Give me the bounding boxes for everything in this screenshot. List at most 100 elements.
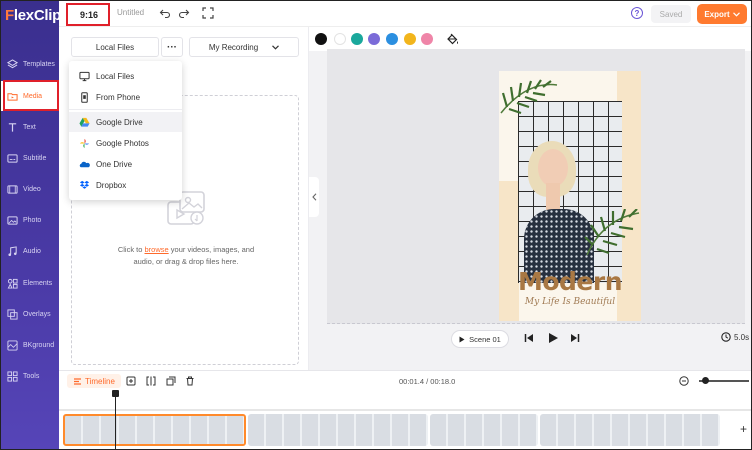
scene-play-button[interactable]: Scene 01 <box>451 330 509 348</box>
menu-item-local-files[interactable]: Local Files <box>69 66 182 86</box>
poster-subtitle[interactable]: My Life Is Beautiful <box>499 297 641 307</box>
sidebar-item-label: Templates <box>23 60 55 68</box>
color-swatch-black[interactable] <box>315 33 327 45</box>
color-palette-bar <box>309 27 751 51</box>
skip-forward-icon[interactable] <box>570 333 580 343</box>
dropzone-text-suffix: your videos, images, and <box>168 245 255 254</box>
overlays-icon <box>7 308 18 320</box>
chevron-down-icon <box>272 44 280 50</box>
fullscreen-icon[interactable] <box>202 7 214 19</box>
timeline-label: Timeline <box>85 376 115 386</box>
sidebar-item-photo[interactable]: Photo <box>1 205 59 235</box>
scene-duration[interactable]: 5.0s <box>721 332 749 342</box>
add-scene-icon[interactable] <box>126 376 136 386</box>
paint-bucket-icon[interactable] <box>446 33 459 46</box>
subtitle-icon <box>7 153 18 163</box>
color-swatch-yellow[interactable] <box>404 33 416 45</box>
sidebar-item-background[interactable]: BKground <box>1 330 59 360</box>
more-options-button[interactable]: ··· <box>161 37 183 57</box>
zoom-slider-handle[interactable] <box>702 377 709 384</box>
play-icon[interactable] <box>547 332 559 344</box>
dropbox-icon <box>79 180 90 189</box>
add-clip-button[interactable]: + <box>740 422 747 436</box>
browse-link[interactable]: browse <box>145 245 169 254</box>
duration-value: 5.0s <box>734 332 750 342</box>
menu-item-google-photos[interactable]: Google Photos <box>69 133 182 153</box>
playhead-line[interactable] <box>115 390 116 449</box>
timeline-clip-3[interactable] <box>430 414 538 446</box>
menu-item-dropbox[interactable]: Dropbox <box>69 175 182 195</box>
menu-item-label: Local Files <box>96 71 135 81</box>
timeline-icon <box>74 377 81 385</box>
color-swatch-teal[interactable] <box>351 33 363 45</box>
timeline-clip-2[interactable] <box>248 414 428 446</box>
chevron-down-icon <box>732 11 740 17</box>
menu-item-google-drive[interactable]: Google Drive <box>69 112 182 132</box>
tools-icon <box>7 370 18 382</box>
photo-face <box>538 149 568 187</box>
redo-icon[interactable] <box>178 7 190 19</box>
background-icon <box>7 339 18 351</box>
poster-title[interactable]: Modern <box>499 267 641 296</box>
collapse-panel-button[interactable] <box>309 177 319 217</box>
color-swatch-pink[interactable] <box>421 33 433 45</box>
menu-divider <box>69 109 182 110</box>
sidebar-item-subtitle[interactable]: Subtitle <box>1 143 59 173</box>
upload-source-menu: Local Files From Phone Google Drive Goog… <box>69 61 182 200</box>
flexclip-logo[interactable]: FlexClip <box>5 7 61 24</box>
sidebar-item-video[interactable]: Video <box>1 174 59 204</box>
aspect-ratio-highlight-box <box>66 3 110 26</box>
trash-icon[interactable] <box>185 376 195 386</box>
sidebar-item-label: Subtitle <box>23 154 47 162</box>
canvas-area[interactable]: Modern My Life Is Beautiful <box>327 49 745 324</box>
sidebar-item-elements[interactable]: Elements <box>1 268 59 298</box>
color-swatch-white[interactable] <box>334 33 346 45</box>
sidebar: FlexClip Templates Media Text Subtitle V… <box>1 1 61 449</box>
skip-back-icon[interactable] <box>524 333 534 343</box>
zoom-out-icon[interactable] <box>679 376 689 386</box>
sidebar-item-templates[interactable]: Templates <box>1 49 59 79</box>
split-icon[interactable] <box>146 376 156 386</box>
my-recording-dropdown[interactable]: My Recording <box>189 37 299 57</box>
undo-icon[interactable] <box>159 7 171 19</box>
sidebar-item-audio[interactable]: Audio <box>1 236 59 266</box>
timeline-clip-4[interactable] <box>540 414 720 446</box>
sidebar-item-label: BKground <box>23 341 55 349</box>
saved-button[interactable]: Saved <box>651 5 691 23</box>
video-canvas[interactable]: Modern My Life Is Beautiful <box>499 71 641 321</box>
scene-label: Scene 01 <box>469 334 501 344</box>
menu-item-label: One Drive <box>96 159 133 169</box>
export-button[interactable]: Export <box>697 4 747 24</box>
sidebar-item-text[interactable]: Text <box>1 112 59 142</box>
elements-icon <box>7 278 18 289</box>
color-swatch-purple[interactable] <box>368 33 380 45</box>
sidebar-item-label: Video <box>23 185 41 193</box>
timeline-time-display: 00:01.4 / 00:18.0 <box>399 377 456 386</box>
document-title[interactable]: Untitled <box>117 8 144 17</box>
google-photos-icon <box>79 138 90 148</box>
menu-item-one-drive[interactable]: One Drive <box>69 154 182 174</box>
dropzone-text-prefix: Click to <box>117 245 145 254</box>
sidebar-item-label: Text <box>23 123 36 131</box>
dropzone-instructions: Click to browse your videos, images, and… <box>72 244 300 268</box>
logo-letter: F <box>5 7 14 24</box>
phone-icon <box>81 91 88 103</box>
photo-icon <box>7 215 18 225</box>
google-drive-icon <box>79 117 90 127</box>
timeline-clip-1[interactable] <box>63 414 246 446</box>
recording-label: My Recording <box>208 42 259 52</box>
sidebar-item-label: Overlays <box>23 310 51 318</box>
duplicate-icon[interactable] <box>166 376 176 386</box>
local-files-button[interactable]: Local Files <box>71 37 159 57</box>
menu-item-label: Google Photos <box>96 138 149 148</box>
sidebar-item-overlays[interactable]: Overlays <box>1 299 59 329</box>
templates-icon <box>7 58 18 68</box>
timeline-toggle[interactable]: Timeline <box>67 374 121 388</box>
logo-text: lexClip <box>13 7 61 24</box>
help-icon[interactable]: ? <box>631 7 643 19</box>
color-swatch-blue[interactable] <box>386 33 398 45</box>
sidebar-item-tools[interactable]: Tools <box>1 361 59 391</box>
menu-item-from-phone[interactable]: From Phone <box>69 87 182 107</box>
sidebar-item-label: Tools <box>23 372 40 380</box>
sidebar-item-label: Photo <box>23 216 42 224</box>
